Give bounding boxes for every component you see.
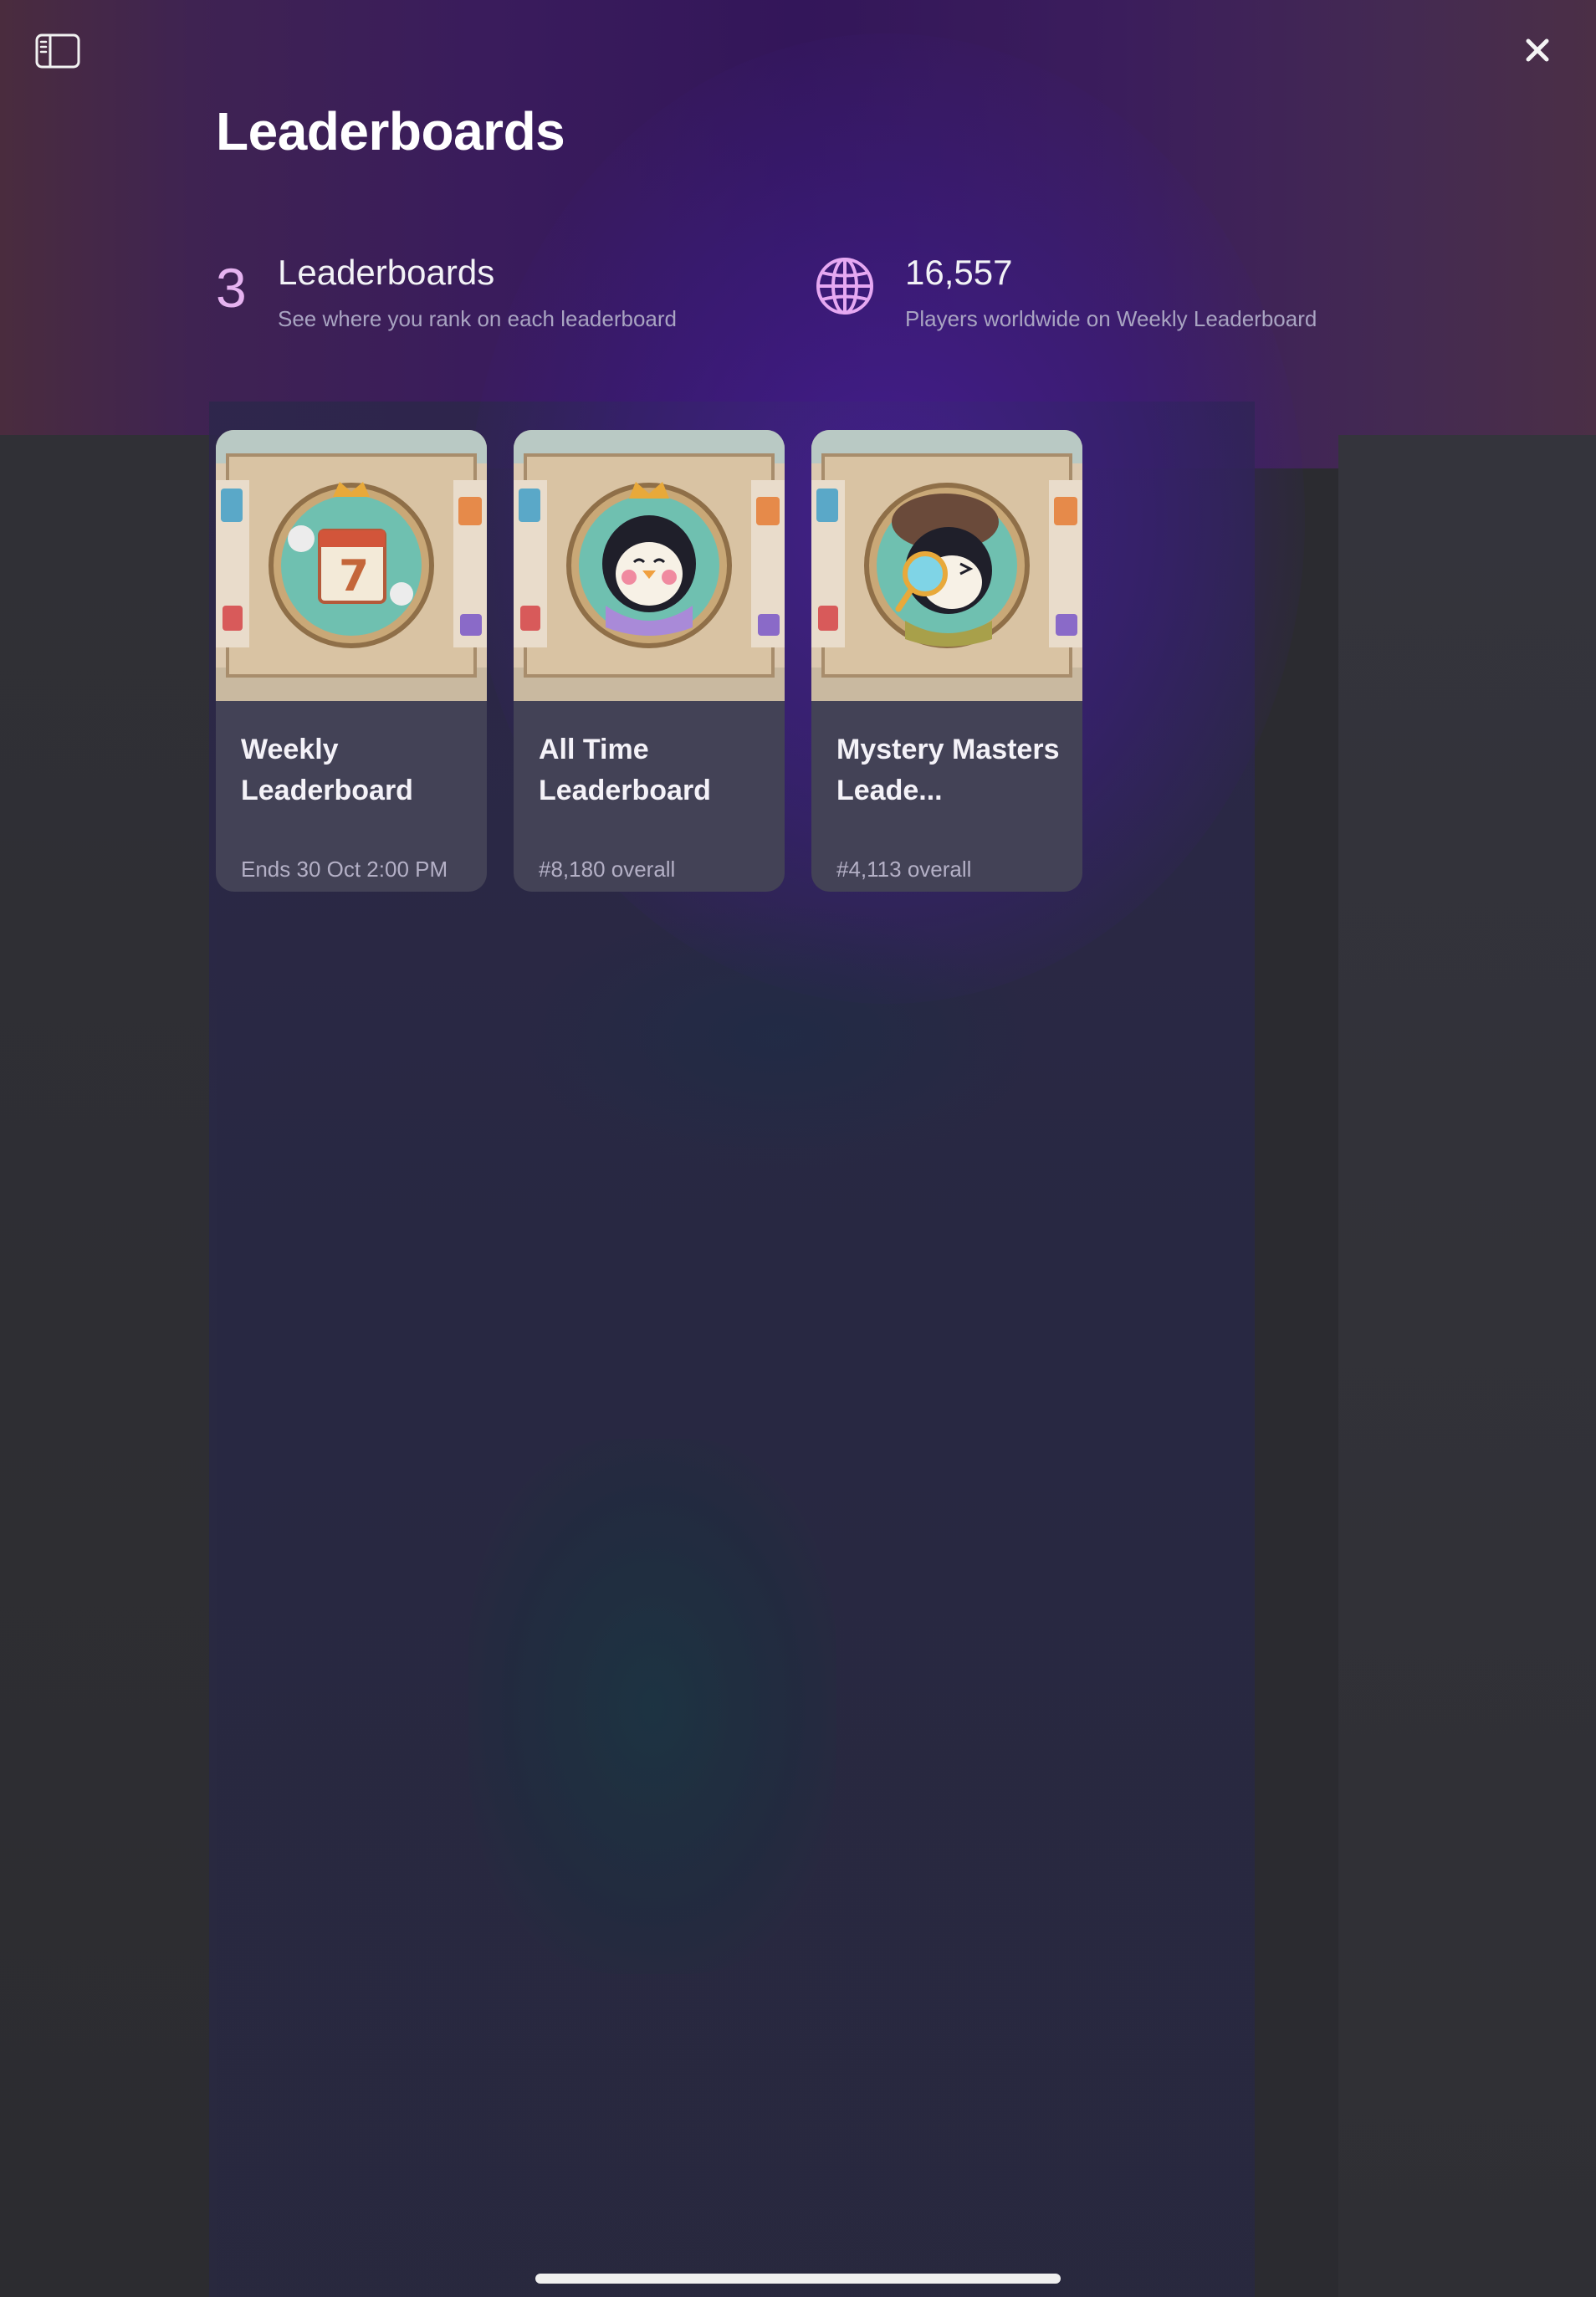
card-body: All Time Leaderboard #8,180 overall <box>514 701 785 892</box>
penguin-queen-badge-art <box>514 430 785 701</box>
sidebar-toggle-icon <box>35 33 80 69</box>
leaderboards-label: Leaderboards <box>278 253 495 292</box>
players-subtitle: Players worldwide on Weekly Leaderboard <box>905 306 1317 331</box>
sidebar-toggle-button[interactable] <box>35 33 80 69</box>
background-header <box>0 0 1596 468</box>
card-body: Mystery Masters Leade... #4,113 overall <box>811 701 1082 892</box>
background-teal-blob <box>468 1439 836 1974</box>
card-title: All Time Leaderboard <box>539 734 711 806</box>
card-subtitle: #8,180 overall <box>539 857 676 882</box>
card-body: Weekly Leaderboard Ends 30 Oct 2:00 PM <box>216 701 487 892</box>
globe-icon <box>815 256 875 316</box>
card-subtitle: #4,113 overall <box>836 857 972 882</box>
detective-penguin-badge-art <box>811 430 1082 701</box>
card-title: Weekly Leaderboard <box>241 734 413 806</box>
svg-text:7: 7 <box>339 551 369 601</box>
close-icon <box>1526 38 1549 62</box>
card-mystery-masters-leaderboard[interactable]: Mystery Masters Leade... #4,113 overall <box>811 430 1082 892</box>
leaderboards-screen: Leaderboards 3 Leaderboards See where yo… <box>0 0 1596 2297</box>
card-subtitle: Ends 30 Oct 2:00 PM <box>241 857 448 882</box>
leaderboards-subtitle: See where you rank on each leaderboard <box>278 306 677 331</box>
calendar-badge-art: 7 <box>216 430 487 701</box>
leaderboards-count: 3 <box>216 257 247 319</box>
players-count: 16,557 <box>905 253 1013 292</box>
close-button[interactable] <box>1521 33 1554 67</box>
background-right <box>1338 435 1596 2297</box>
card-all-time-leaderboard[interactable]: All Time Leaderboard #8,180 overall <box>514 430 785 892</box>
card-weekly-leaderboard[interactable]: 7 Weekly Leaderboard Ends 30 Oct 2:00 PM <box>216 430 487 892</box>
page-title: Leaderboards <box>216 101 565 161</box>
background-left <box>0 435 217 2297</box>
background-teal-glow <box>519 903 1037 1171</box>
home-indicator[interactable] <box>535 2274 1061 2284</box>
card-title: Mystery Masters Leade... <box>836 734 1060 806</box>
